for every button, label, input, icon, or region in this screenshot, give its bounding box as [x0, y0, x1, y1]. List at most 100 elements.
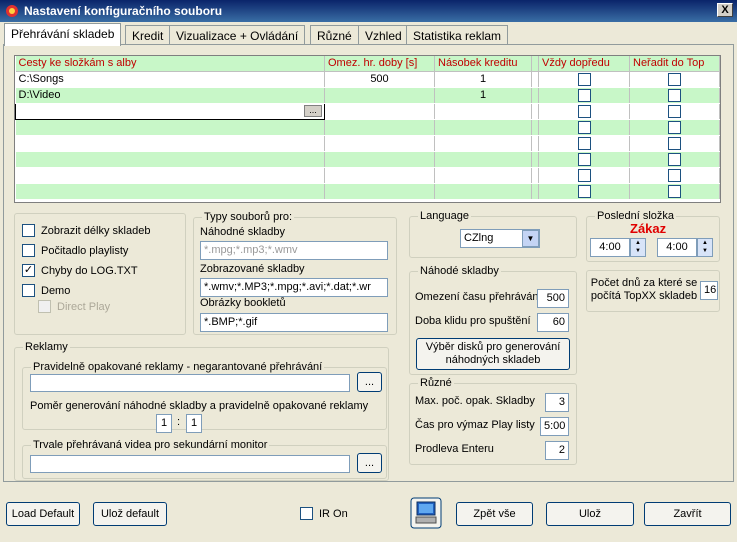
misc-enter-input[interactable]: 2	[545, 441, 569, 460]
checkbox-box	[38, 300, 51, 313]
shown-files-label: Zobrazované skladby	[200, 263, 305, 275]
cell-path-edit[interactable]: ...	[15, 102, 325, 120]
col-spacer	[531, 56, 539, 72]
spin-down-icon[interactable]: ▼	[631, 247, 645, 255]
misc-title: Různé	[418, 377, 454, 389]
forward-checkbox[interactable]	[577, 104, 591, 118]
forward-checkbox[interactable]	[577, 136, 591, 150]
save-button[interactable]: Ulož	[546, 502, 634, 526]
notop-checkbox[interactable]	[668, 136, 681, 150]
random-files-input[interactable]: *.mpg;*.mp3;*.wmv	[200, 241, 388, 260]
save-default-button[interactable]: Ulož default	[93, 502, 167, 526]
lastfolder-from-spinner[interactable]: ▲ ▼	[630, 238, 646, 257]
spin-down-icon[interactable]: ▼	[698, 247, 712, 255]
cell-path[interactable]: C:\Songs	[15, 71, 325, 88]
random-idle-label: Doba klidu pro spuštění	[415, 315, 531, 327]
booklet-input[interactable]: *.BMP;*.gif	[200, 313, 388, 332]
load-default-button[interactable]: Load Default	[6, 502, 80, 526]
tab-vizualizace[interactable]: Vizualizace + Ovládání	[169, 25, 306, 45]
title-bar: Nastavení konfiguračního souboru X	[0, 0, 737, 22]
ratio-separator: :	[177, 416, 181, 428]
notop-checkbox[interactable]	[668, 152, 681, 166]
cell-limit[interactable]: 500	[324, 71, 435, 88]
folders-grid[interactable]: Cesty ke složkám s alby Omez. hr. doby […	[14, 55, 721, 203]
playlist-counter-checkbox[interactable]: Počitadlo playlisty	[22, 244, 128, 257]
close-button[interactable]: Zavřít	[644, 502, 731, 526]
repeat-ads-title: Pravidelně opakované reklamy - negaranto…	[31, 361, 325, 373]
random-limit-label: Omezení času přehrávání	[415, 291, 542, 303]
forward-checkbox[interactable]	[577, 184, 591, 198]
notop-checkbox[interactable]	[668, 184, 681, 198]
tab-prehravani[interactable]: Přehrávání skladeb	[4, 23, 122, 46]
ir-on-checkbox[interactable]: IR On	[300, 507, 348, 520]
misc-time-label: Čas pro výmaz Play listy	[415, 419, 535, 431]
random-idle-input[interactable]: 60	[537, 313, 569, 332]
forward-checkbox[interactable]	[577, 72, 591, 86]
monitor-input[interactable]	[30, 455, 350, 473]
back-all-button[interactable]: Zpět vše	[456, 502, 533, 526]
app-icon	[6, 5, 18, 17]
notop-checkbox[interactable]	[668, 88, 681, 102]
cell-limit[interactable]	[324, 87, 435, 104]
monitor-icon[interactable]	[410, 497, 442, 529]
random-title: Náhodé skladby	[418, 265, 501, 277]
random-limit-input[interactable]: 500	[537, 289, 569, 308]
repeat-ads-input[interactable]	[30, 374, 350, 392]
forward-checkbox[interactable]	[577, 120, 591, 134]
cell-mult[interactable]: 1	[434, 71, 532, 88]
disk-select-button[interactable]: Výběr disků pro generování náhodných skl…	[416, 338, 570, 370]
close-window-button[interactable]: X	[717, 3, 733, 17]
notop-checkbox[interactable]	[668, 72, 681, 86]
notop-checkbox[interactable]	[668, 104, 681, 118]
checkbox-box	[22, 224, 35, 237]
ratio-b-input[interactable]: 1	[186, 414, 202, 433]
monitor-title: Trvale přehrávaná videa pro sekundární m…	[31, 439, 270, 451]
forward-checkbox[interactable]	[577, 88, 591, 102]
col-mult: Násobek kreditu	[434, 56, 532, 72]
tab-kredit[interactable]: Kredit	[125, 25, 171, 45]
cell-mult[interactable]: 1	[434, 87, 532, 104]
shown-files-input[interactable]: *.wmv;*.MP3;*.mpg;*.avi;*.dat;*.wr	[200, 278, 388, 297]
cell-path[interactable]: D:\Video	[15, 87, 325, 104]
browse-button[interactable]: ...	[304, 104, 322, 117]
days-input[interactable]: 16	[700, 281, 718, 300]
direct-play-checkbox: Direct Play	[38, 300, 110, 313]
notop-checkbox[interactable]	[668, 168, 681, 182]
ratio-label: Poměr generování náhodné skladby a pravi…	[30, 400, 369, 412]
ratio-a-input[interactable]: 1	[156, 414, 172, 433]
misc-time-input[interactable]: 5:00	[540, 417, 569, 436]
checkbox-box	[300, 507, 313, 520]
spin-up-icon[interactable]: ▲	[631, 239, 645, 247]
tab-ruzne[interactable]: Různé	[310, 25, 359, 45]
errors-log-checkbox[interactable]: ✓ Chyby do LOG.TXT	[22, 264, 138, 277]
table-row[interactable]: C:\Songs 500 1	[15, 71, 720, 88]
lastfolder-to-spinner[interactable]: ▲ ▼	[697, 238, 713, 257]
demo-checkbox[interactable]: Demo	[22, 284, 70, 297]
lastfolder-to-input[interactable]: 4:00	[657, 238, 697, 257]
notop-checkbox[interactable]	[668, 120, 681, 134]
checkbox-box	[22, 284, 35, 297]
col-limit: Omez. hr. doby [s]	[324, 56, 435, 72]
monitor-browse-button[interactable]: ...	[357, 453, 382, 473]
forward-checkbox[interactable]	[577, 152, 591, 166]
table-row[interactable]: ...	[15, 102, 720, 120]
repeat-ads-browse-button[interactable]: ...	[357, 372, 382, 392]
random-files-label: Náhodné skladby	[200, 226, 286, 238]
tab-vzhled[interactable]: Vzhled	[358, 25, 409, 45]
checkbox-box	[22, 244, 35, 257]
booklet-label: Obrázky bookletů	[200, 297, 286, 309]
table-row[interactable]: D:\Video 1	[15, 87, 720, 104]
spin-up-icon[interactable]: ▲	[698, 239, 712, 247]
forward-checkbox[interactable]	[577, 168, 591, 182]
tab-statistika[interactable]: Statistika reklam	[406, 25, 509, 45]
chevron-down-icon[interactable]: ▼	[522, 230, 539, 247]
window-title: Nastavení konfiguračního souboru	[24, 4, 223, 18]
lastfolder-from-input[interactable]: 4:00	[590, 238, 630, 257]
days-label: Počet dnů za které se počítá TopXX sklad…	[590, 277, 698, 302]
misc-max-input[interactable]: 3	[545, 393, 569, 412]
check-icon: ✓	[22, 264, 35, 277]
misc-enter-label: Prodleva Enteru	[415, 443, 494, 455]
show-lengths-checkbox[interactable]: Zobrazit délky skladeb	[22, 224, 150, 237]
col-forward: Vždy dopředu	[538, 56, 630, 72]
col-path: Cesty ke složkám s alby	[15, 56, 325, 72]
